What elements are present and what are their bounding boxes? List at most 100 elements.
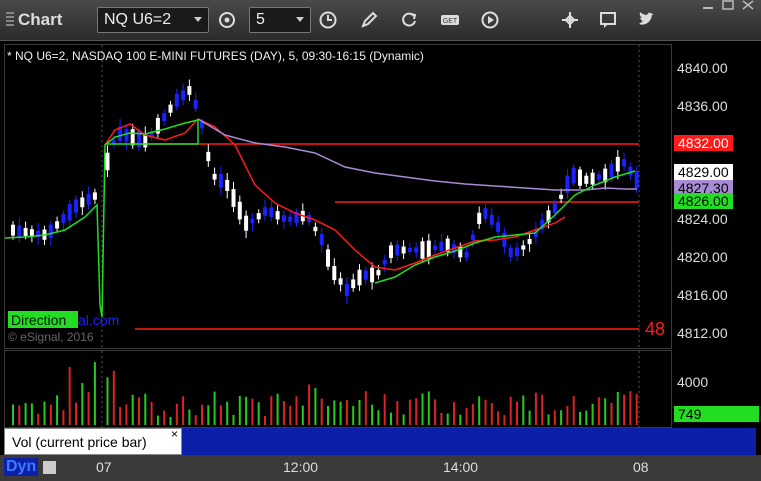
get-button[interactable]: GET bbox=[436, 7, 464, 33]
crosshair-icon bbox=[562, 12, 578, 28]
play-button[interactable] bbox=[476, 7, 504, 33]
volume-bar bbox=[62, 410, 65, 425]
time-label: 14:00 bbox=[443, 459, 479, 475]
green-moving-average bbox=[5, 119, 199, 318]
draw-button[interactable] bbox=[355, 7, 383, 33]
candle-body bbox=[433, 245, 438, 251]
candle-body bbox=[256, 213, 261, 220]
candle-body bbox=[218, 174, 223, 188]
candle-body bbox=[237, 201, 242, 220]
refresh-button[interactable] bbox=[395, 7, 423, 33]
volume-bar bbox=[213, 391, 216, 425]
volume-bar bbox=[345, 399, 348, 425]
dyn-toggle-icon[interactable] bbox=[43, 461, 56, 474]
volume-bar bbox=[566, 405, 569, 425]
candle-body bbox=[407, 247, 412, 253]
volume-bar bbox=[509, 396, 512, 425]
candle-body bbox=[370, 267, 375, 283]
volume-bar bbox=[24, 403, 27, 425]
close-icon[interactable] bbox=[741, 0, 755, 10]
candle-body bbox=[515, 247, 519, 256]
volume-bar bbox=[251, 398, 254, 425]
candle-body bbox=[483, 208, 488, 219]
dyn-label[interactable]: Dyn bbox=[4, 458, 39, 476]
candle-body bbox=[615, 156, 620, 172]
watermark-brand-left: Direction bbox=[11, 312, 66, 328]
volume-bar bbox=[201, 404, 203, 425]
price-scale[interactable]: 4840.00 4836.00 4832.00 4829.00 4827.30 … bbox=[672, 44, 757, 349]
volume-bar bbox=[358, 399, 361, 425]
volume-bar bbox=[112, 370, 115, 425]
watermark-brand-right: al.com bbox=[78, 312, 119, 328]
crosshair-button[interactable] bbox=[556, 7, 584, 33]
close-icon[interactable]: × bbox=[171, 427, 178, 441]
volume-chart bbox=[12, 351, 640, 429]
time-axis[interactable]: Dyn 07 12:00 14:00 08 bbox=[0, 455, 761, 481]
volume-bar bbox=[301, 405, 304, 425]
comment-button[interactable] bbox=[594, 7, 622, 33]
volume-bar bbox=[37, 413, 40, 425]
candle-body bbox=[61, 214, 66, 224]
twitter-button[interactable] bbox=[632, 7, 660, 33]
volume-bar bbox=[453, 402, 455, 425]
window-controls bbox=[701, 0, 755, 10]
volume-bar bbox=[119, 406, 122, 425]
time-label: 08 bbox=[633, 459, 649, 475]
symbol-select[interactable]: NQ U6=2 bbox=[97, 7, 209, 33]
volume-bar bbox=[138, 397, 140, 425]
candle-body bbox=[319, 234, 324, 245]
price-tick: 4824.00 bbox=[677, 211, 728, 227]
candle-body bbox=[470, 234, 475, 241]
get-icon: GET bbox=[441, 15, 459, 25]
candle-body bbox=[80, 197, 85, 208]
volume-bar bbox=[276, 393, 279, 425]
green-moving-average-2 bbox=[374, 170, 636, 284]
candle-body bbox=[124, 129, 129, 142]
volume-title-box[interactable]: Vol (current price bar) × bbox=[4, 427, 182, 455]
pencil-icon bbox=[361, 11, 378, 28]
candle-body bbox=[162, 113, 167, 122]
volume-bar bbox=[320, 398, 323, 425]
candle-body bbox=[11, 224, 15, 236]
candle-body bbox=[263, 207, 267, 216]
candle-body bbox=[634, 170, 639, 189]
volume-bar bbox=[182, 396, 185, 425]
volume-bar bbox=[377, 410, 380, 425]
volume-scale[interactable]: 4000 749 bbox=[672, 350, 759, 428]
candle-body bbox=[521, 245, 526, 250]
volume-bar bbox=[308, 384, 311, 425]
volume-bar bbox=[18, 405, 21, 425]
candle-body bbox=[67, 204, 72, 221]
candle-body bbox=[527, 238, 532, 245]
candle-body bbox=[344, 283, 349, 296]
volume-bar bbox=[226, 401, 229, 425]
price-pane[interactable]: Direction al.com © eSignal, 2016 48 * NQ… bbox=[4, 44, 672, 350]
minimize-icon[interactable] bbox=[701, 0, 715, 10]
volume-bar bbox=[12, 404, 14, 425]
volume-bar bbox=[371, 404, 374, 425]
volume-bar bbox=[390, 412, 392, 425]
volume-bar bbox=[282, 401, 285, 425]
candle-body bbox=[363, 270, 368, 280]
maximize-icon[interactable] bbox=[721, 0, 735, 10]
candle-body bbox=[571, 167, 576, 184]
clock-icon bbox=[319, 11, 337, 29]
candle-body bbox=[130, 129, 135, 146]
volume-bar bbox=[585, 410, 588, 425]
candle-body bbox=[269, 207, 274, 217]
volume-bar bbox=[43, 401, 46, 425]
candle-body bbox=[23, 227, 28, 236]
volume-bar bbox=[572, 396, 575, 425]
candle-body bbox=[275, 211, 280, 220]
target-button[interactable] bbox=[213, 7, 241, 33]
time-label: 12:00 bbox=[283, 459, 319, 475]
volume-pane[interactable] bbox=[4, 350, 672, 429]
candle-body bbox=[244, 215, 249, 231]
volume-bar bbox=[245, 396, 248, 425]
volume-bar bbox=[547, 414, 550, 425]
clock-button[interactable] bbox=[314, 7, 342, 33]
interval-select[interactable]: 5 bbox=[249, 7, 311, 33]
candle-body bbox=[168, 104, 173, 113]
volume-tick: 4000 bbox=[677, 374, 709, 390]
price-tick: 4820.00 bbox=[677, 249, 728, 265]
